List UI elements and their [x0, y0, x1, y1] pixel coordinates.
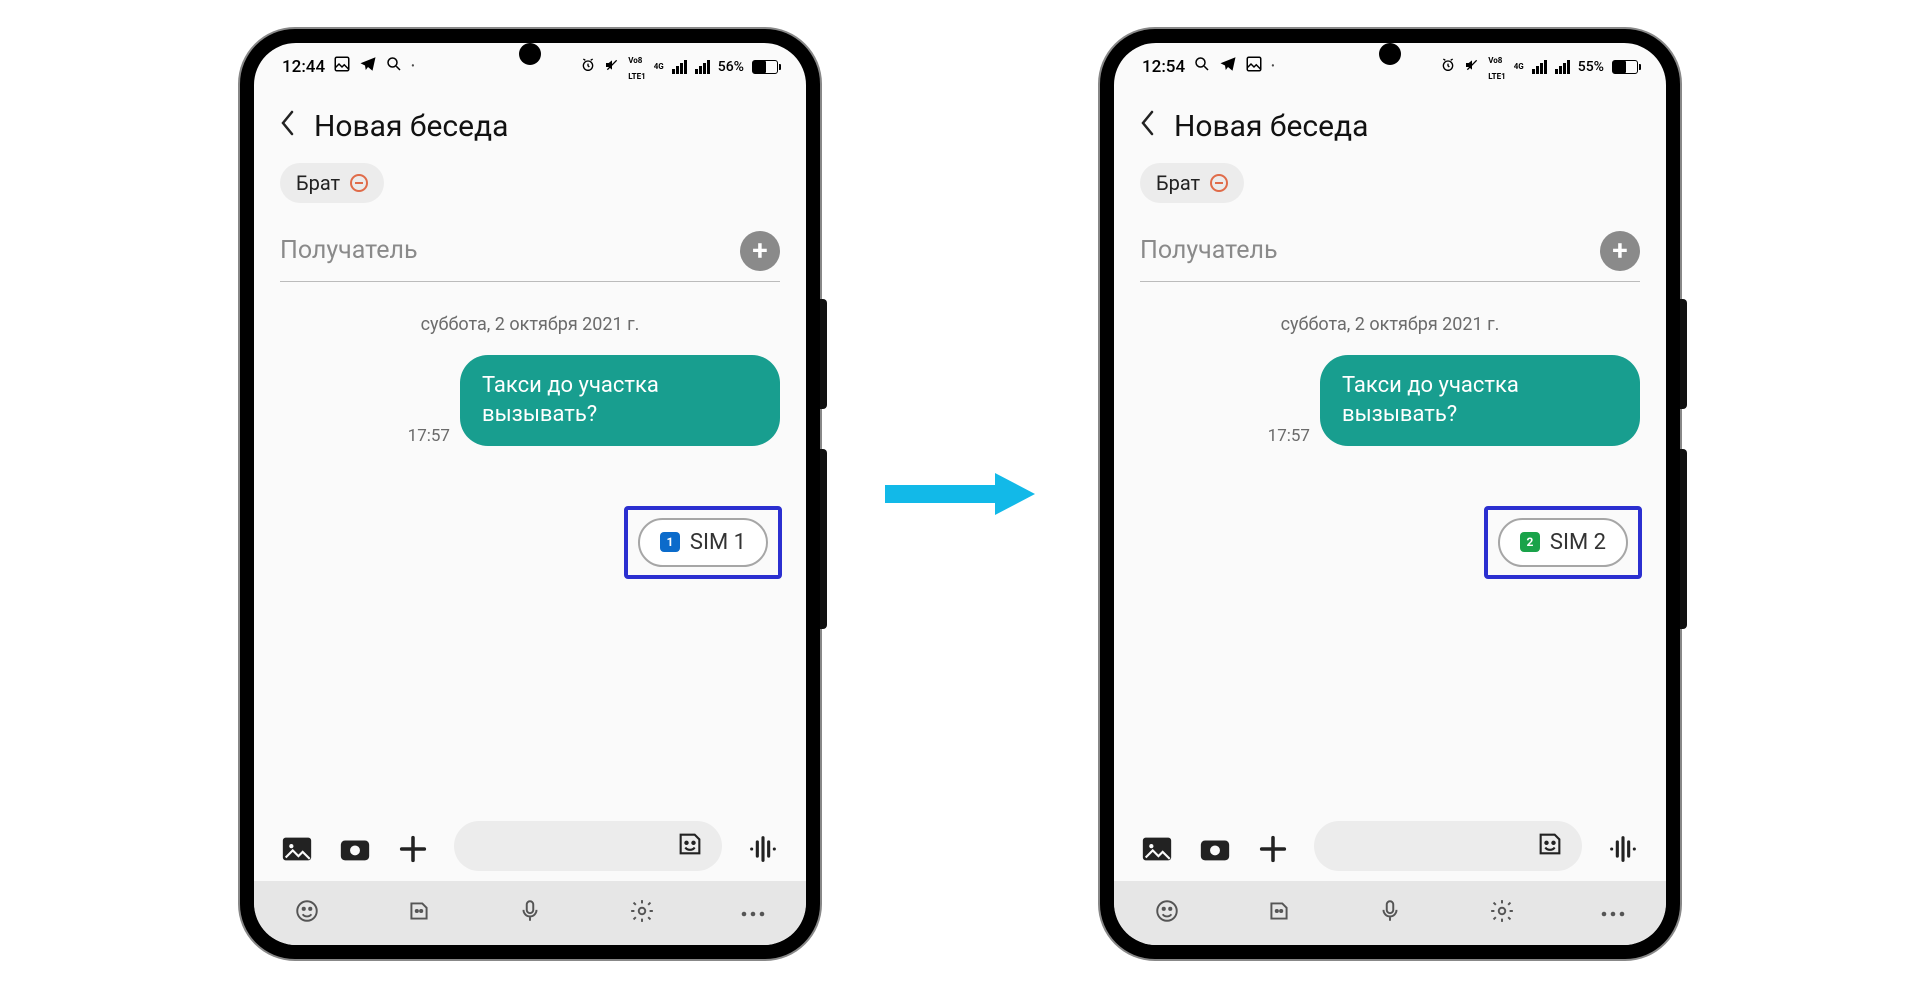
keyboard-toolbar [1114, 881, 1666, 945]
chip-label: Брат [296, 171, 340, 195]
alarm-icon [580, 57, 596, 77]
mic-icon[interactable] [517, 898, 543, 928]
page-title: Новая беседа [314, 109, 508, 144]
status-time: 12:44 [282, 57, 325, 77]
app-header: Новая беседа [1114, 91, 1666, 161]
image-icon [333, 55, 351, 78]
settings-gear-icon[interactable] [1489, 898, 1515, 928]
mic-icon[interactable] [1377, 898, 1403, 928]
add-recipient-button[interactable]: + [740, 231, 780, 271]
signal-2-icon [1555, 60, 1570, 74]
screen: 12:44 • Vo8LTE1 4 [254, 43, 806, 945]
emoji-icon[interactable] [1154, 898, 1180, 928]
recipient-input[interactable]: Получатель [280, 236, 728, 265]
message-row: 17:57 Такси до участка вызывать? [1114, 345, 1666, 456]
keyboard-toolbar [254, 881, 806, 945]
transition-arrow-icon [880, 469, 1040, 519]
phone-right: 12:54 • Vo8LTE1 4 [1100, 29, 1680, 959]
sticker-kb-icon[interactable] [1266, 898, 1292, 928]
outgoing-bubble[interactable]: Такси до участка вызывать? [1320, 355, 1640, 446]
battery-icon [752, 60, 778, 74]
front-camera [1379, 43, 1401, 65]
battery-icon [1612, 60, 1638, 74]
sim-badge-icon: 2 [1520, 532, 1540, 552]
chip-label: Брат [1156, 171, 1200, 195]
signal-2-icon [695, 60, 710, 74]
image-icon [1245, 55, 1263, 78]
attach-plus-icon[interactable] [396, 832, 430, 860]
message-input[interactable] [454, 821, 722, 871]
camera-icon[interactable] [1198, 832, 1232, 860]
phone-left: 12:44 • Vo8LTE1 4 [240, 29, 820, 959]
recipient-chip[interactable]: Брат [1140, 163, 1244, 203]
compose-toolbar [254, 809, 806, 881]
sim-selector-button[interactable]: 1 SIM 1 [638, 518, 768, 567]
sim-label: SIM 1 [690, 530, 746, 555]
mute-icon [604, 57, 620, 77]
attach-plus-icon[interactable] [1256, 832, 1290, 860]
sim-selector-area: 1 SIM 1 [254, 456, 806, 579]
sticker-kb-icon[interactable] [406, 898, 432, 928]
recipient-chips: Брат [1114, 161, 1666, 217]
sim-label: SIM 2 [1550, 530, 1606, 555]
remove-recipient-icon[interactable] [1210, 174, 1228, 192]
more-indicator-icon: • [1271, 61, 1275, 72]
search-icon [385, 55, 403, 78]
app-header: Новая беседа [254, 91, 806, 161]
more-indicator-icon: • [411, 61, 415, 72]
recipient-chips: Брат [254, 161, 806, 217]
recipient-field-row: Получатель + [280, 231, 780, 282]
back-icon[interactable] [280, 109, 296, 145]
alarm-icon [1440, 57, 1456, 77]
sim-selector-area: 2 SIM 2 [1114, 456, 1666, 579]
sticker-icon[interactable] [1536, 830, 1564, 862]
gallery-icon[interactable] [1140, 832, 1174, 860]
front-camera [519, 43, 541, 65]
recipient-input[interactable]: Получатель [1140, 236, 1588, 265]
settings-gear-icon[interactable] [629, 898, 655, 928]
mute-icon [1464, 57, 1480, 77]
more-icon[interactable] [1600, 903, 1626, 922]
message-row: 17:57 Такси до участка вызывать? [254, 345, 806, 456]
highlight-box: 1 SIM 1 [624, 506, 782, 579]
status-time: 12:54 [1142, 57, 1185, 77]
more-icon[interactable] [740, 903, 766, 922]
sticker-icon[interactable] [676, 830, 704, 862]
back-icon[interactable] [1140, 109, 1156, 145]
remove-recipient-icon[interactable] [350, 174, 368, 192]
sim-selector-button[interactable]: 2 SIM 2 [1498, 518, 1628, 567]
sim-badge-icon: 1 [660, 532, 680, 552]
net-icon: 4G [1514, 63, 1524, 71]
compose-toolbar [1114, 809, 1666, 881]
signal-1-icon [1532, 60, 1547, 74]
camera-icon[interactable] [338, 832, 372, 860]
add-recipient-button[interactable]: + [1600, 231, 1640, 271]
highlight-box: 2 SIM 2 [1484, 506, 1642, 579]
net-icon: 4G [654, 63, 664, 71]
message-input[interactable] [1314, 821, 1582, 871]
signal-1-icon [672, 60, 687, 74]
message-time: 17:57 [1268, 426, 1310, 446]
battery-pct: 55% [1578, 59, 1604, 75]
volte-icon: Vo8LTE1 [628, 51, 646, 83]
outgoing-bubble[interactable]: Такси до участка вызывать? [460, 355, 780, 446]
date-stamp: суббота, 2 октября 2021 г. [1114, 314, 1666, 335]
search-icon [1193, 55, 1211, 78]
recipient-chip[interactable]: Брат [280, 163, 384, 203]
screen: 12:54 • Vo8LTE1 4 [1114, 43, 1666, 945]
telegram-icon [1219, 55, 1237, 78]
recipient-field-row: Получатель + [1140, 231, 1640, 282]
message-time: 17:57 [408, 426, 450, 446]
volte-icon: Vo8LTE1 [1488, 51, 1506, 83]
telegram-icon [359, 55, 377, 78]
voice-record-icon[interactable] [1606, 832, 1640, 860]
emoji-icon[interactable] [294, 898, 320, 928]
page-title: Новая беседа [1174, 109, 1368, 144]
battery-pct: 56% [718, 59, 744, 75]
date-stamp: суббота, 2 октября 2021 г. [254, 314, 806, 335]
voice-record-icon[interactable] [746, 832, 780, 860]
gallery-icon[interactable] [280, 832, 314, 860]
